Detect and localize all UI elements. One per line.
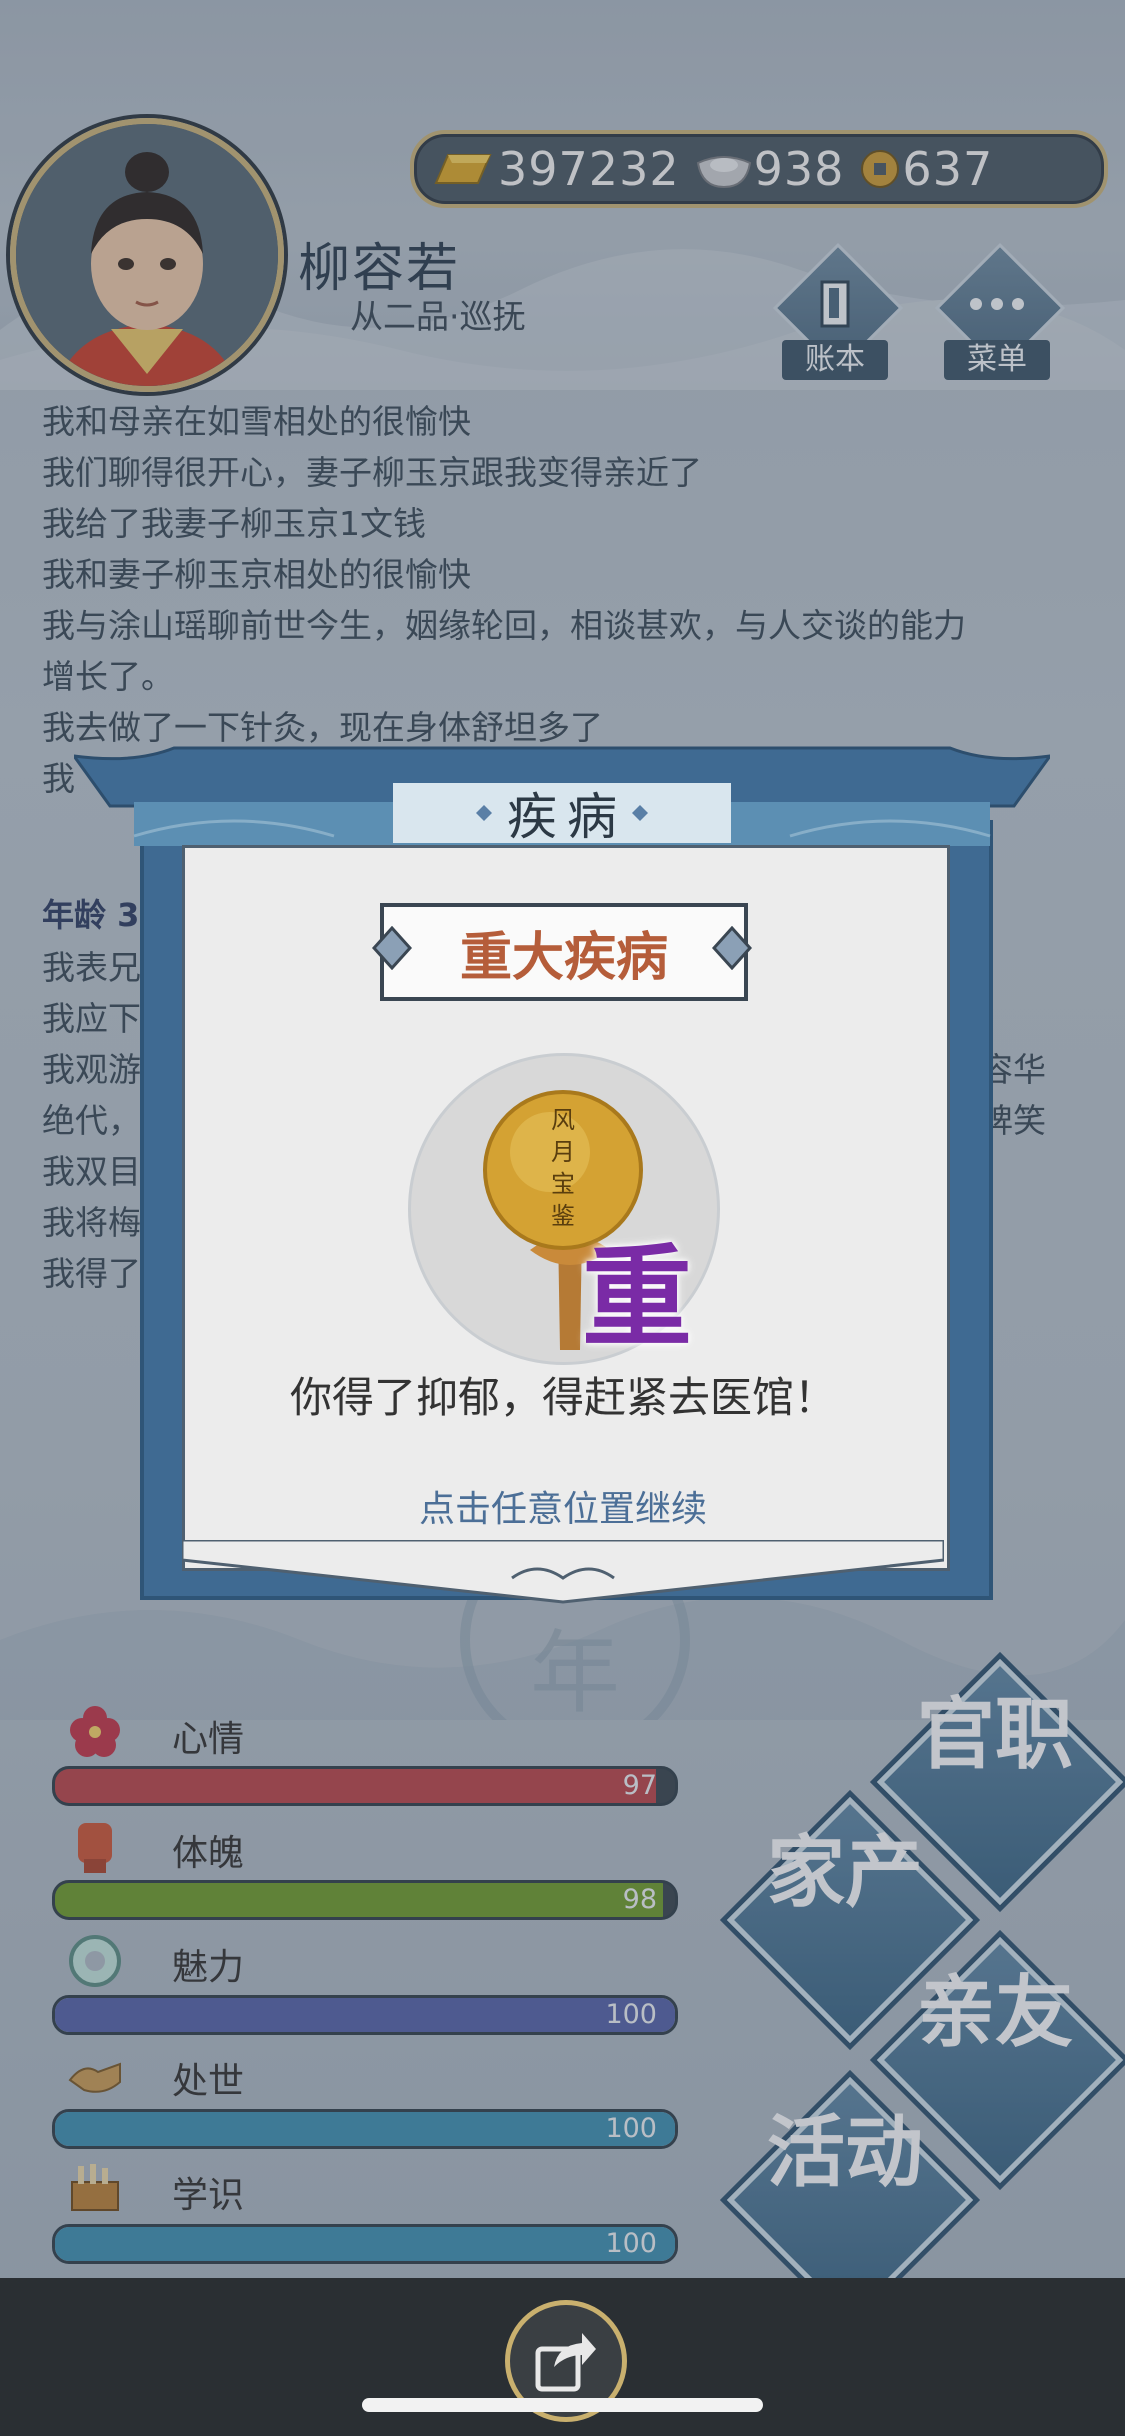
- modal-title-plate: 疾病: [393, 783, 731, 846]
- diamond-ornament-icon: [712, 926, 752, 970]
- diamond-ornament-icon: [476, 805, 492, 821]
- home-indicator[interactable]: [362, 2398, 763, 2412]
- severity-badge: 重: [582, 1233, 692, 1362]
- mirror-char-2: 月: [551, 1138, 575, 1166]
- diamond-ornament-icon: [372, 926, 412, 970]
- mirror-char-3: 宝: [551, 1170, 575, 1198]
- mirror-char-4: 鉴: [551, 1202, 575, 1230]
- severity-plate: 重大疾病: [380, 903, 748, 1001]
- game-screen: 397232 938 637 柳容若 从二品·巡抚 账本 菜单 我和母亲在如雪相…: [0, 0, 1125, 2436]
- mirror-char-1: 风: [551, 1106, 575, 1134]
- continue-hint[interactable]: 点击任意位置继续: [182, 1480, 944, 1532]
- share-icon: [535, 2333, 596, 2392]
- severity-label: 重大疾病: [459, 926, 668, 988]
- disease-message: 你得了抑郁，得赶紧去医馆！: [289, 1373, 836, 1422]
- modal-title: 疾病: [507, 788, 627, 846]
- modal-bottom-point: [182, 1540, 944, 1604]
- diamond-ornament-icon: [632, 805, 648, 821]
